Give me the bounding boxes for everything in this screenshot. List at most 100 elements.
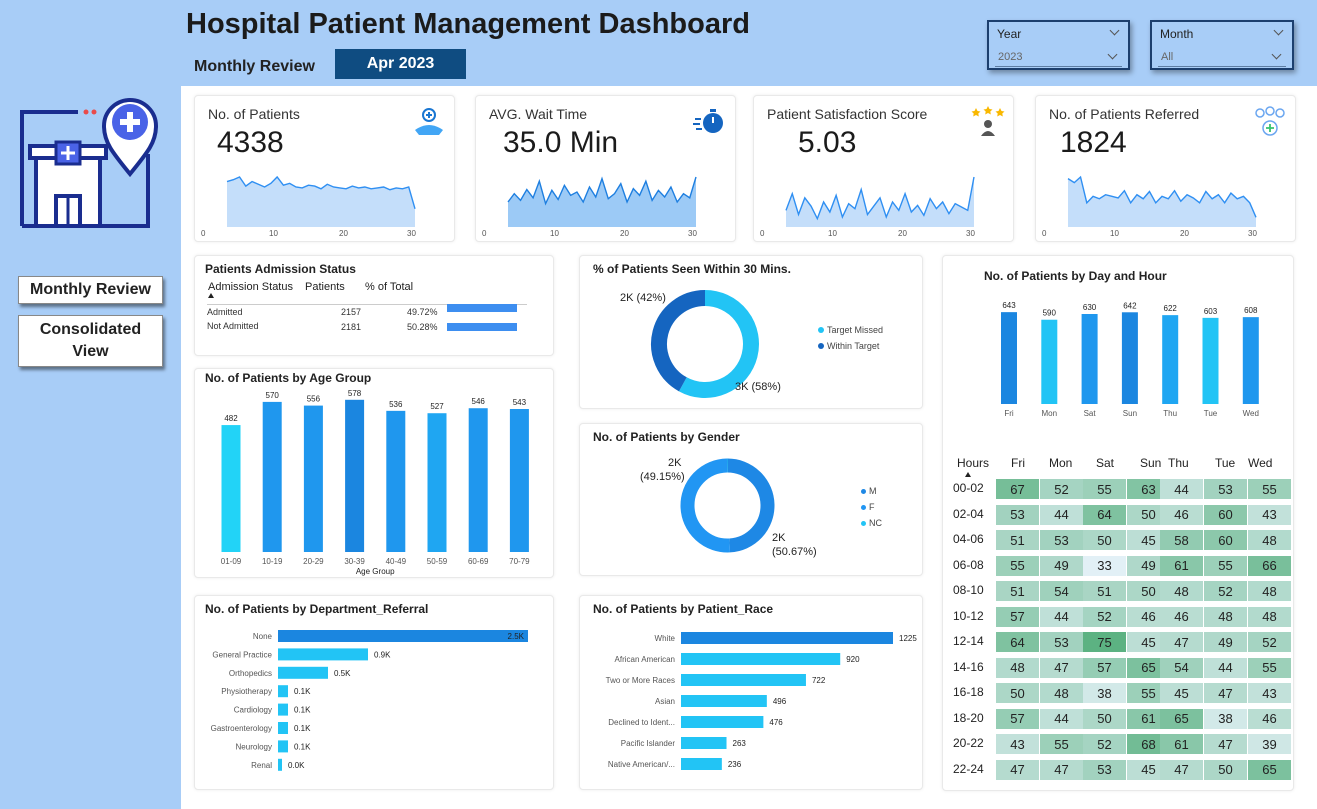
heatmap-cell[interactable]: 48 <box>1040 683 1083 703</box>
heatmap-cell[interactable]: 48 <box>1248 606 1291 627</box>
bar[interactable] <box>1242 317 1259 404</box>
bar[interactable] <box>278 648 368 661</box>
heatmap-column-header[interactable]: Fri <box>1011 456 1025 470</box>
bar[interactable] <box>278 740 288 753</box>
bar[interactable] <box>681 632 893 644</box>
bar[interactable] <box>681 674 806 686</box>
heatmap-cell[interactable]: 55 <box>1204 555 1247 576</box>
heatmap-cell[interactable]: 50 <box>1204 759 1247 780</box>
heatmap-cell[interactable]: 47 <box>1160 759 1203 780</box>
heatmap-corner-header[interactable]: Hours <box>957 456 989 470</box>
heatmap-cell[interactable]: 52 <box>1083 734 1126 754</box>
monthly-review-button[interactable]: Monthly Review <box>18 276 163 304</box>
heatmap-cell[interactable]: 48 <box>1160 581 1203 601</box>
heatmap-cell[interactable]: 53 <box>1204 479 1247 499</box>
heatmap-cell[interactable]: 39 <box>1248 734 1291 754</box>
heatmap-cell[interactable]: 33 <box>1083 555 1126 576</box>
bar[interactable] <box>278 630 528 642</box>
heatmap-column-header[interactable]: Sun <box>1140 456 1161 470</box>
col-pct-total[interactable]: % of Total <box>365 281 413 293</box>
bar[interactable] <box>509 409 529 552</box>
consolidated-view-button[interactable]: Consolidated View <box>18 315 163 367</box>
heatmap-cell[interactable]: 50 <box>996 683 1039 703</box>
heatmap-cell[interactable]: 54 <box>1040 581 1083 601</box>
bar[interactable] <box>1202 317 1219 404</box>
heatmap-cell[interactable]: 53 <box>996 504 1039 525</box>
heatmap-cell[interactable]: 60 <box>1204 504 1247 525</box>
heatmap-cell[interactable]: 47 <box>1204 683 1247 703</box>
bar[interactable] <box>262 401 282 552</box>
donut-slice[interactable] <box>727 458 775 553</box>
bar[interactable] <box>1001 312 1017 404</box>
heatmap-cell[interactable]: 44 <box>1160 479 1203 499</box>
heatmap-cell[interactable]: 46 <box>1160 504 1203 525</box>
legend-item[interactable]: F <box>861 502 875 512</box>
heatmap-cell[interactable]: 65 <box>1160 708 1203 729</box>
bar[interactable] <box>681 716 764 728</box>
heatmap-cell[interactable]: 44 <box>1204 657 1247 678</box>
heatmap-cell[interactable]: 38 <box>1204 708 1247 729</box>
heatmap-cell[interactable]: 75 <box>1083 632 1126 652</box>
bar[interactable] <box>221 425 241 552</box>
legend-item[interactable]: NC <box>861 518 882 528</box>
heatmap-cell[interactable]: 46 <box>1248 708 1291 729</box>
heatmap-cell[interactable]: 55 <box>1083 479 1126 499</box>
heatmap-cell[interactable]: 64 <box>996 632 1039 652</box>
heatmap-cell[interactable]: 45 <box>1160 683 1203 703</box>
bar[interactable] <box>278 722 288 734</box>
bar[interactable] <box>278 666 328 679</box>
heatmap-cell[interactable]: 44 <box>1040 606 1083 627</box>
heatmap-cell[interactable]: 44 <box>1040 504 1083 525</box>
heatmap-cell[interactable]: 65 <box>1248 759 1291 780</box>
bar[interactable] <box>681 758 722 770</box>
bar[interactable] <box>303 405 323 552</box>
heatmap-cell[interactable]: 64 <box>1083 504 1126 525</box>
heatmap-cell[interactable]: 43 <box>1248 504 1291 525</box>
heatmap-cell[interactable]: 43 <box>996 734 1039 754</box>
heatmap-cell[interactable]: 50 <box>1083 530 1126 550</box>
bar[interactable] <box>278 685 288 698</box>
bar[interactable] <box>278 703 288 716</box>
heatmap-cell[interactable]: 48 <box>1204 606 1247 627</box>
heatmap-cell[interactable]: 52 <box>1204 581 1247 601</box>
heatmap-cell[interactable]: 52 <box>1040 479 1083 499</box>
bar[interactable] <box>468 408 488 552</box>
heatmap-cell[interactable]: 47 <box>1160 632 1203 652</box>
heatmap-cell[interactable]: 57 <box>996 606 1039 627</box>
heatmap-cell[interactable]: 52 <box>1248 632 1291 652</box>
bar[interactable] <box>427 413 447 552</box>
heatmap-cell[interactable]: 47 <box>1040 657 1083 678</box>
heatmap-cell[interactable]: 47 <box>1040 759 1083 780</box>
heatmap-cell[interactable]: 67 <box>996 479 1039 499</box>
heatmap-cell[interactable]: 48 <box>1248 530 1291 550</box>
heatmap-cell[interactable]: 47 <box>996 759 1039 780</box>
bar[interactable] <box>681 695 767 707</box>
heatmap-cell[interactable]: 49 <box>1040 555 1083 576</box>
heatmap-cell[interactable]: 48 <box>996 657 1039 678</box>
heatmap-cell[interactable]: 49 <box>1204 632 1247 652</box>
heatmap-cell[interactable]: 55 <box>1248 479 1291 499</box>
heatmap-cell[interactable]: 51 <box>996 530 1039 550</box>
bar[interactable] <box>1162 315 1179 404</box>
year-slicer-value[interactable]: 2023 <box>995 49 1122 67</box>
bar[interactable] <box>386 410 406 552</box>
bar[interactable] <box>1041 319 1058 404</box>
heatmap-column-header[interactable]: Mon <box>1049 456 1072 470</box>
legend-item[interactable]: M <box>861 486 877 496</box>
heatmap-cell[interactable]: 53 <box>1083 759 1126 780</box>
heatmap-cell[interactable]: 51 <box>996 581 1039 601</box>
heatmap-cell[interactable]: 53 <box>1040 530 1083 550</box>
bar[interactable] <box>345 399 365 552</box>
donut-slice[interactable] <box>651 290 706 392</box>
heatmap-cell[interactable]: 61 <box>1160 734 1203 754</box>
heatmap-cell[interactable]: 58 <box>1160 530 1203 550</box>
bar[interactable] <box>1081 314 1098 404</box>
year-slicer[interactable]: Year 2023 <box>987 20 1130 70</box>
heatmap-cell[interactable]: 46 <box>1160 606 1203 627</box>
heatmap-cell[interactable]: 55 <box>996 555 1039 576</box>
legend-item[interactable]: Within Target <box>818 341 879 351</box>
heatmap-cell[interactable]: 66 <box>1248 555 1291 576</box>
heatmap-cell[interactable]: 60 <box>1204 530 1247 550</box>
heatmap-cell[interactable]: 52 <box>1083 606 1126 627</box>
heatmap-cell[interactable]: 44 <box>1040 708 1083 729</box>
